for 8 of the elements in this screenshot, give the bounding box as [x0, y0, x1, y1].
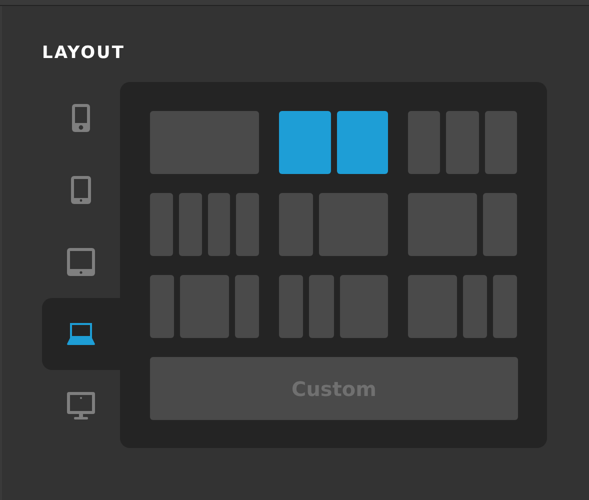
laptop-icon [66, 322, 96, 346]
section-title: LAYOUT [42, 43, 126, 63]
phone-icon [71, 103, 91, 133]
tablet-icon [66, 247, 96, 277]
device-button[interactable] [42, 298, 120, 370]
tablet-icon [70, 175, 92, 205]
monitor-icon [66, 391, 96, 421]
layout-option[interactable] [279, 111, 388, 174]
